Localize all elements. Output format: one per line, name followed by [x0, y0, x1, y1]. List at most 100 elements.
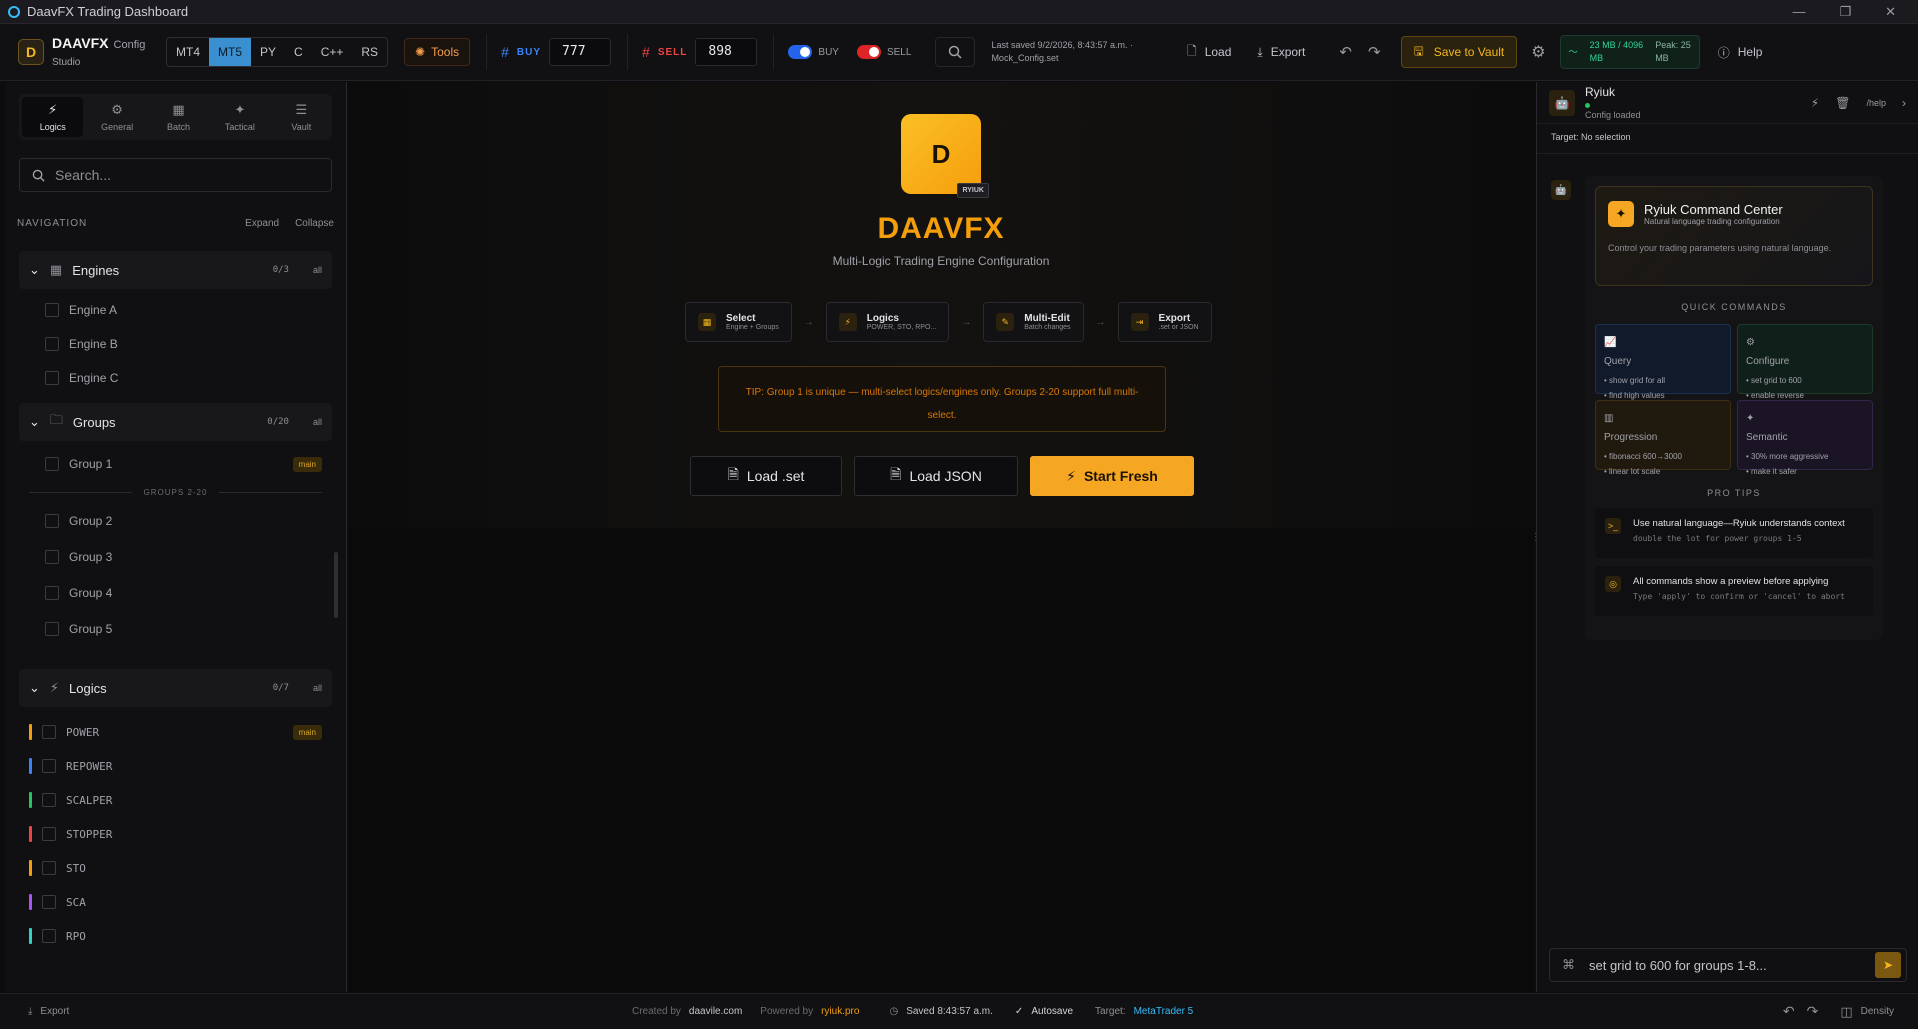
sell-toggle[interactable] [856, 45, 881, 59]
trash-icon[interactable]: 🗑 [1835, 96, 1850, 110]
logic-item-scalper[interactable]: SCALPER [19, 783, 332, 817]
tab-logics[interactable]: ⚡ Logics [22, 97, 84, 137]
group-item[interactable]: Group 4 [19, 575, 332, 611]
platform-rs[interactable]: RS [352, 38, 387, 66]
sell-magic-input[interactable]: 898 [695, 38, 758, 66]
platform-mt5[interactable]: MT5 [209, 38, 251, 66]
logic-item-sto[interactable]: STO [19, 851, 332, 885]
tab-general[interactable]: ⚙ General [86, 94, 147, 140]
checkbox[interactable] [45, 371, 59, 385]
checkbox[interactable] [45, 337, 59, 351]
group-label: Group 1 [69, 457, 113, 471]
logic-item-stopper[interactable]: STOPPER [19, 817, 332, 851]
checkbox[interactable] [42, 827, 56, 841]
buy-magic-input[interactable]: 777 [549, 38, 612, 66]
buy-toggle[interactable] [788, 45, 813, 59]
section-logics[interactable]: ⌄ ⚡ Logics 0/7 all [19, 669, 332, 707]
command-input[interactable]: ⌘ set grid to 600 for groups 1-8... ➤ [1549, 948, 1907, 982]
help-command-button[interactable]: /help [1866, 98, 1886, 108]
platform-py[interactable]: PY [251, 38, 285, 66]
checkbox[interactable] [42, 793, 56, 807]
sidebar-scrollbar[interactable] [334, 552, 338, 618]
footer-export-label: Export [40, 1006, 70, 1017]
checkbox[interactable] [45, 622, 59, 636]
footer-export-button[interactable]: ⤓ Export [0, 1006, 69, 1017]
redo-icon[interactable]: ↷ [1368, 43, 1381, 61]
checkbox[interactable] [42, 929, 56, 943]
quick-command-title: Configure [1746, 356, 1790, 367]
engine-item[interactable]: Engine B [19, 327, 332, 361]
quick-command-query[interactable]: 📈 Query • show grid for all • find high v… [1595, 324, 1731, 400]
start-fresh-button[interactable]: ⚡ Start Fresh [1030, 456, 1194, 496]
creator-link[interactable]: daavile.com [689, 1006, 742, 1017]
pro-tip-title: All commands show a preview before apply… [1633, 576, 1829, 587]
expand-all-button[interactable]: Expand [245, 218, 279, 229]
buy-magic: # BUY 777 [486, 34, 612, 70]
logic-item-repower[interactable]: REPOWER [19, 749, 332, 783]
select-all-groups[interactable]: all [313, 417, 322, 427]
close-icon[interactable]: ✕ [1885, 4, 1896, 20]
logic-item-sca[interactable]: SCA [19, 885, 332, 919]
select-all-logics[interactable]: all [313, 683, 322, 693]
tools-button[interactable]: ✺ Tools [404, 38, 471, 66]
hero-logo-tag: RYIUK [957, 183, 989, 198]
sparkle-icon: ✦ [234, 102, 246, 117]
tab-tactical[interactable]: ✦ Tactical [209, 94, 270, 140]
quick-command-progression[interactable]: ▥ Progression • fibonacci 600→3000 • line… [1595, 400, 1731, 476]
gear-icon[interactable]: ⚙ [1531, 42, 1545, 62]
checkbox[interactable] [45, 514, 59, 528]
file-icon: 🗋 [1187, 43, 1197, 58]
checkbox[interactable] [42, 725, 56, 739]
group-item[interactable]: Group 1 main [19, 447, 332, 481]
send-button[interactable]: ➤ [1875, 952, 1901, 978]
help-button[interactable]: ⓘ Help [1718, 44, 1763, 61]
undo-icon[interactable]: ↶ [1783, 1003, 1795, 1020]
load-button[interactable]: 🗋 Load [1187, 42, 1231, 63]
checkbox[interactable] [42, 861, 56, 875]
group-item[interactable]: Group 2 [19, 503, 332, 539]
checkbox[interactable] [45, 457, 59, 471]
platform-mt4[interactable]: MT4 [167, 38, 209, 66]
checkbox[interactable] [45, 586, 59, 600]
engine-item[interactable]: Engine A [19, 293, 332, 327]
load-json-button[interactable]: 🗎 Load JSON [854, 456, 1018, 496]
logic-item-power[interactable]: POWER main [19, 715, 332, 749]
section-groups[interactable]: ⌄ 🗀 Groups 0/20 all [19, 403, 332, 441]
platform-cpp[interactable]: C++ [312, 38, 353, 66]
bolt-icon[interactable]: ⚡ [1811, 96, 1819, 110]
tab-batch[interactable]: ▦ Batch [148, 94, 209, 140]
engine-label: Engine B [69, 337, 118, 351]
clock-icon: ◷ [889, 1006, 899, 1017]
section-engines[interactable]: ⌄ ▦ Engines 0/3 all [19, 251, 332, 289]
tab-vault[interactable]: ☰ Vault [271, 94, 332, 140]
checkbox[interactable] [45, 550, 59, 564]
autosave-toggle[interactable]: Autosave [1031, 1006, 1073, 1017]
redo-icon[interactable]: ↷ [1807, 1003, 1819, 1020]
save-to-vault-button[interactable]: 🖫 Save to Vault [1400, 36, 1518, 68]
hero-title: DAAVFX [877, 212, 1005, 245]
undo-icon[interactable]: ↶ [1339, 43, 1352, 61]
density-button[interactable]: ◫ Density [1840, 1004, 1894, 1020]
collapse-all-button[interactable]: Collapse [295, 218, 334, 229]
export-button[interactable]: ⤓ Export [1257, 45, 1305, 60]
engine-item[interactable]: Engine C [19, 361, 332, 395]
buy-magic-label: BUY [516, 46, 542, 58]
quick-command-configure[interactable]: ⚙ Configure • set grid to 600 • enable re… [1737, 324, 1873, 400]
logic-item-rpo[interactable]: RPO [19, 919, 332, 953]
sidebar-search-input[interactable]: Search... [19, 158, 332, 192]
group-item[interactable]: Group 5 [19, 611, 332, 647]
checkbox[interactable] [42, 759, 56, 773]
chevron-right-icon[interactable]: › [1902, 96, 1906, 110]
load-set-button[interactable]: 🗎 Load .set [690, 456, 842, 496]
search-button[interactable] [935, 37, 976, 67]
platform-c[interactable]: C [285, 38, 312, 66]
group-item[interactable]: Group 3 [19, 539, 332, 575]
checkbox[interactable] [42, 895, 56, 909]
minimize-icon[interactable]: — [1792, 4, 1805, 20]
checkbox[interactable] [45, 303, 59, 317]
last-saved-file: Mock_Config.set [991, 53, 1059, 63]
maximize-icon[interactable]: ❐ [1839, 4, 1851, 20]
quick-command-semantic[interactable]: ✦ Semantic • 30% more aggressive • make i… [1737, 400, 1873, 476]
powered-by-link[interactable]: ryiuk.pro [821, 1006, 859, 1017]
select-all-engines[interactable]: all [313, 265, 322, 275]
